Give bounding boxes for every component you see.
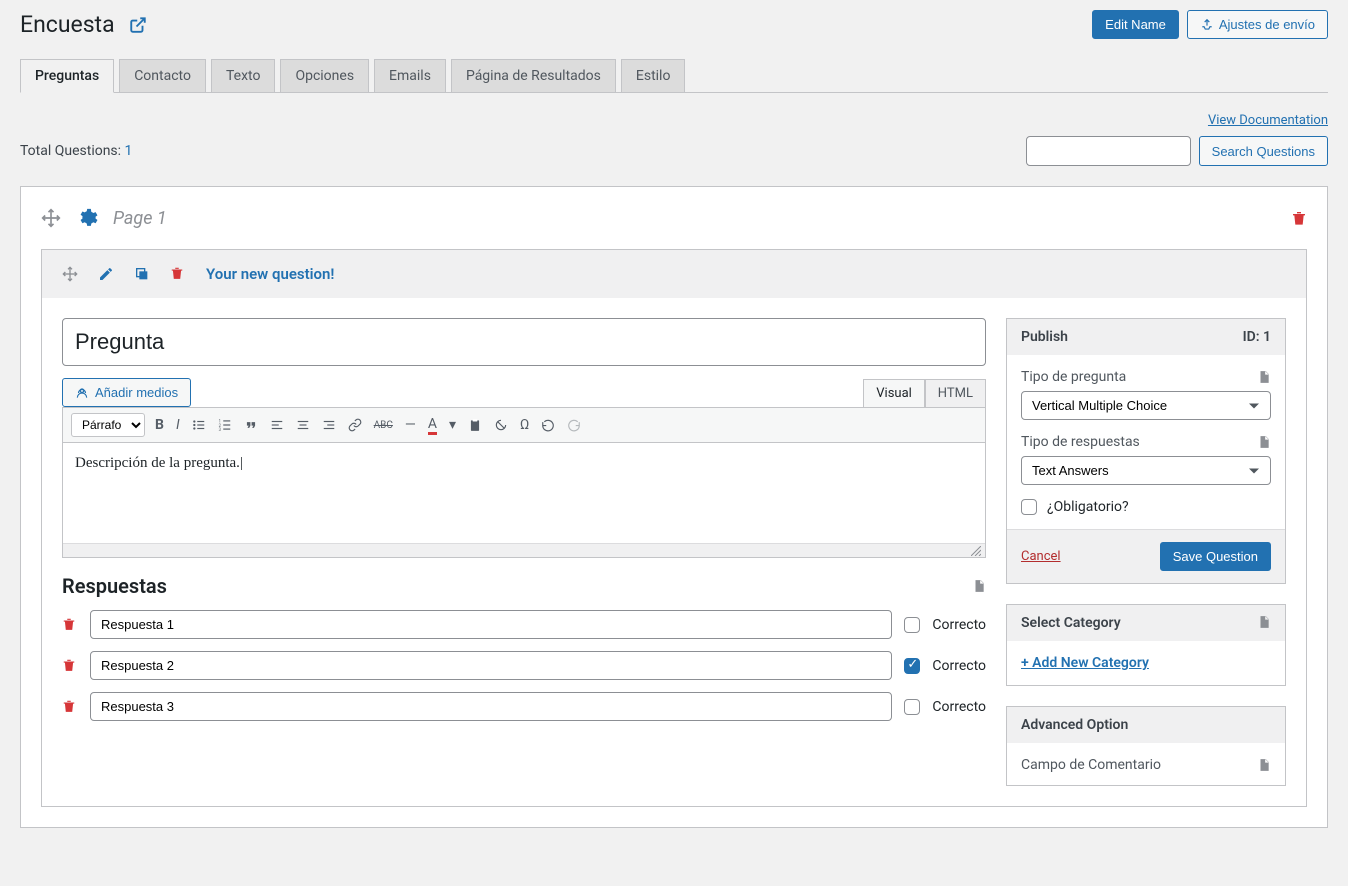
question-card: Your new question! Añadir medios Visual … [41, 249, 1307, 807]
search-questions-button[interactable]: Search Questions [1199, 136, 1328, 166]
correct-checkbox-2[interactable] [904, 658, 920, 674]
resize-handle[interactable] [63, 543, 985, 557]
comment-field-label: Campo de Comentario [1021, 757, 1161, 773]
editor-content[interactable]: Descripción de la pregunta.| [63, 443, 985, 543]
correct-checkbox-3[interactable] [904, 699, 920, 715]
answer-row: Correcto [62, 651, 986, 680]
publish-title: Publish [1021, 329, 1068, 345]
italic-icon[interactable]: I [176, 417, 180, 433]
question-title-link[interactable]: Your new question! [206, 265, 334, 283]
ol-icon[interactable]: 123 [218, 418, 232, 432]
search-input[interactable] [1026, 136, 1191, 166]
send-settings-label: Ajustes de envío [1219, 17, 1315, 32]
page-icon [972, 579, 986, 593]
answer-type-select[interactable]: Text Answers [1021, 456, 1271, 485]
editor-tab-visual[interactable]: Visual [863, 379, 925, 407]
answer-row: Correcto [62, 692, 986, 721]
advanced-card: Advanced Option Campo de Comentario [1006, 706, 1286, 786]
quote-icon[interactable] [244, 418, 258, 432]
clear-icon[interactable] [494, 418, 508, 432]
delete-page-icon[interactable] [1291, 209, 1307, 227]
required-checkbox[interactable] [1021, 499, 1037, 515]
redo-icon[interactable] [567, 418, 581, 432]
main-card: Page 1 [20, 186, 1328, 828]
rich-editor: Párrafo B I 123 [62, 407, 986, 558]
publish-id: ID: 1 [1243, 329, 1271, 345]
page-icon [1257, 615, 1271, 629]
align-left-icon[interactable] [270, 418, 284, 432]
ul-icon[interactable] [192, 418, 206, 432]
link-icon[interactable] [348, 418, 362, 432]
total-questions: Total Questions: 1 [20, 143, 132, 159]
advanced-title: Advanced Option [1021, 717, 1128, 733]
answer-row: Correcto [62, 610, 986, 639]
q-type-label: Tipo de pregunta [1021, 369, 1126, 385]
publish-card: Publish ID: 1 Tipo de pregunta Vertical … [1006, 318, 1286, 584]
correct-label: Correcto [932, 658, 986, 674]
page-header: Encuesta Edit Name Ajustes de envío [20, 10, 1328, 39]
correct-label: Correcto [932, 699, 986, 715]
editor-tab-html[interactable]: HTML [925, 379, 986, 407]
tab-emails[interactable]: Emails [374, 59, 446, 92]
tab-contacto[interactable]: Contacto [119, 59, 206, 92]
page-icon [1257, 435, 1271, 449]
external-link-icon[interactable] [129, 16, 147, 34]
delete-answer-icon[interactable] [62, 657, 78, 675]
page-label: Page 1 [113, 208, 167, 229]
delete-answer-icon[interactable] [62, 698, 78, 716]
duplicate-question-icon[interactable] [134, 266, 150, 282]
question-text-input[interactable] [62, 318, 986, 366]
category-card: Select Category + Add New Category [1006, 604, 1286, 686]
page-icon [1257, 758, 1271, 772]
gear-icon[interactable] [76, 207, 98, 229]
page-title: Encuesta [20, 11, 115, 38]
tab-texto[interactable]: Texto [211, 59, 275, 92]
a-type-label: Tipo de respuestas [1021, 434, 1140, 450]
correct-checkbox-1[interactable] [904, 617, 920, 633]
delete-question-icon[interactable] [170, 265, 186, 283]
edit-name-button[interactable]: Edit Name [1092, 10, 1179, 39]
tab-opciones[interactable]: Opciones [280, 59, 369, 92]
tab-estilo[interactable]: Estilo [621, 59, 686, 92]
required-label: ¿Obligatorio? [1047, 499, 1129, 515]
undo-icon[interactable] [541, 418, 555, 432]
hr-icon[interactable]: — [405, 417, 416, 433]
chevron-down-icon[interactable]: ▾ [449, 417, 456, 433]
bold-icon[interactable]: B [155, 417, 164, 433]
tab-resultados[interactable]: Página de Resultados [451, 59, 616, 92]
delete-answer-icon[interactable] [62, 616, 78, 634]
tabs: Preguntas Contacto Texto Opciones Emails… [20, 59, 1328, 93]
save-question-button[interactable]: Save Question [1160, 542, 1271, 571]
move-icon[interactable] [41, 208, 61, 228]
view-documentation-link[interactable]: View Documentation [1208, 113, 1328, 128]
answers-heading: Respuestas [62, 574, 167, 598]
textcolor-icon[interactable]: A [428, 416, 437, 435]
omega-icon[interactable]: Ω [520, 417, 529, 433]
answer-input-2[interactable] [90, 651, 892, 680]
align-center-icon[interactable] [296, 418, 310, 432]
add-media-label: Añadir medios [95, 385, 178, 400]
category-title: Select Category [1021, 615, 1121, 631]
answer-input-1[interactable] [90, 610, 892, 639]
add-media-button[interactable]: Añadir medios [62, 378, 191, 407]
move-question-icon[interactable] [62, 266, 78, 282]
correct-label: Correcto [932, 617, 986, 633]
cancel-link[interactable]: Cancel [1021, 549, 1061, 564]
question-type-select[interactable]: Vertical Multiple Choice [1021, 391, 1271, 420]
paste-icon[interactable] [468, 418, 482, 432]
strike-icon[interactable]: ABC [374, 420, 393, 431]
tab-preguntas[interactable]: Preguntas [20, 59, 114, 93]
edit-question-icon[interactable] [98, 266, 114, 282]
align-right-icon[interactable] [322, 418, 336, 432]
answer-input-3[interactable] [90, 692, 892, 721]
page-icon [1257, 370, 1271, 384]
svg-text:3: 3 [218, 427, 221, 432]
add-category-link[interactable]: + Add New Category [1021, 655, 1149, 671]
paragraph-select[interactable]: Párrafo [71, 413, 145, 437]
send-settings-button[interactable]: Ajustes de envío [1187, 10, 1328, 39]
